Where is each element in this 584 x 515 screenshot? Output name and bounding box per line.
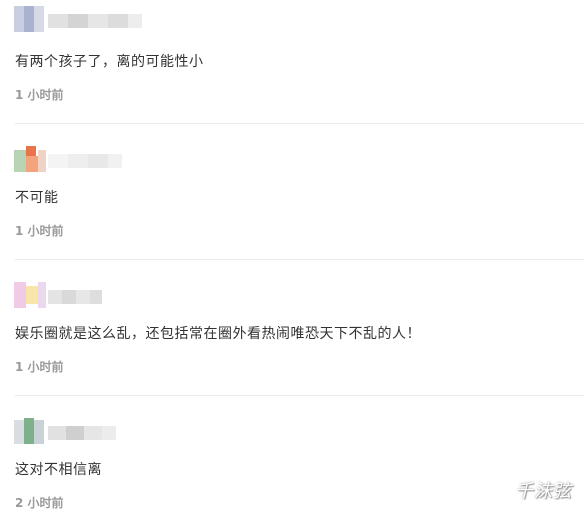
comment-item: 娱乐圈就是这么乱，还包括常在圈外看热闹唯恐天下不乱的人！ 1 小时前 bbox=[0, 260, 584, 396]
comment-text: 这对不相信离 bbox=[15, 462, 102, 478]
comment-timestamp: 1 小时前 bbox=[15, 224, 64, 238]
username-blurred[interactable] bbox=[48, 280, 108, 310]
comment-item: 不可能 1 小时前 bbox=[0, 124, 584, 260]
avatar[interactable] bbox=[8, 4, 48, 34]
username-blurred[interactable] bbox=[48, 4, 148, 34]
comment-item: 有两个孩子了，离的可能性小 1 小时前 bbox=[0, 0, 584, 124]
comment-header bbox=[8, 280, 208, 310]
comment-text: 不可能 bbox=[15, 190, 59, 206]
avatar[interactable] bbox=[8, 416, 48, 446]
comment-header bbox=[8, 144, 208, 174]
comment-text: 有两个孩子了，离的可能性小 bbox=[15, 54, 204, 70]
avatar[interactable] bbox=[8, 144, 48, 174]
comment-item: 这对不相信离 2 小时前 bbox=[0, 396, 584, 515]
comment-timestamp: 2 小时前 bbox=[15, 496, 64, 510]
comment-timestamp: 1 小时前 bbox=[15, 88, 64, 102]
username-blurred[interactable] bbox=[48, 416, 128, 446]
comment-header bbox=[8, 4, 208, 34]
watermark: 千沫弦 bbox=[515, 481, 572, 502]
comment-text: 娱乐圈就是这么乱，还包括常在圈外看热闹唯恐天下不乱的人！ bbox=[15, 326, 421, 342]
comment-header bbox=[8, 416, 208, 446]
username-blurred[interactable] bbox=[48, 144, 128, 174]
comment-timestamp: 1 小时前 bbox=[15, 360, 64, 374]
avatar[interactable] bbox=[8, 280, 48, 310]
